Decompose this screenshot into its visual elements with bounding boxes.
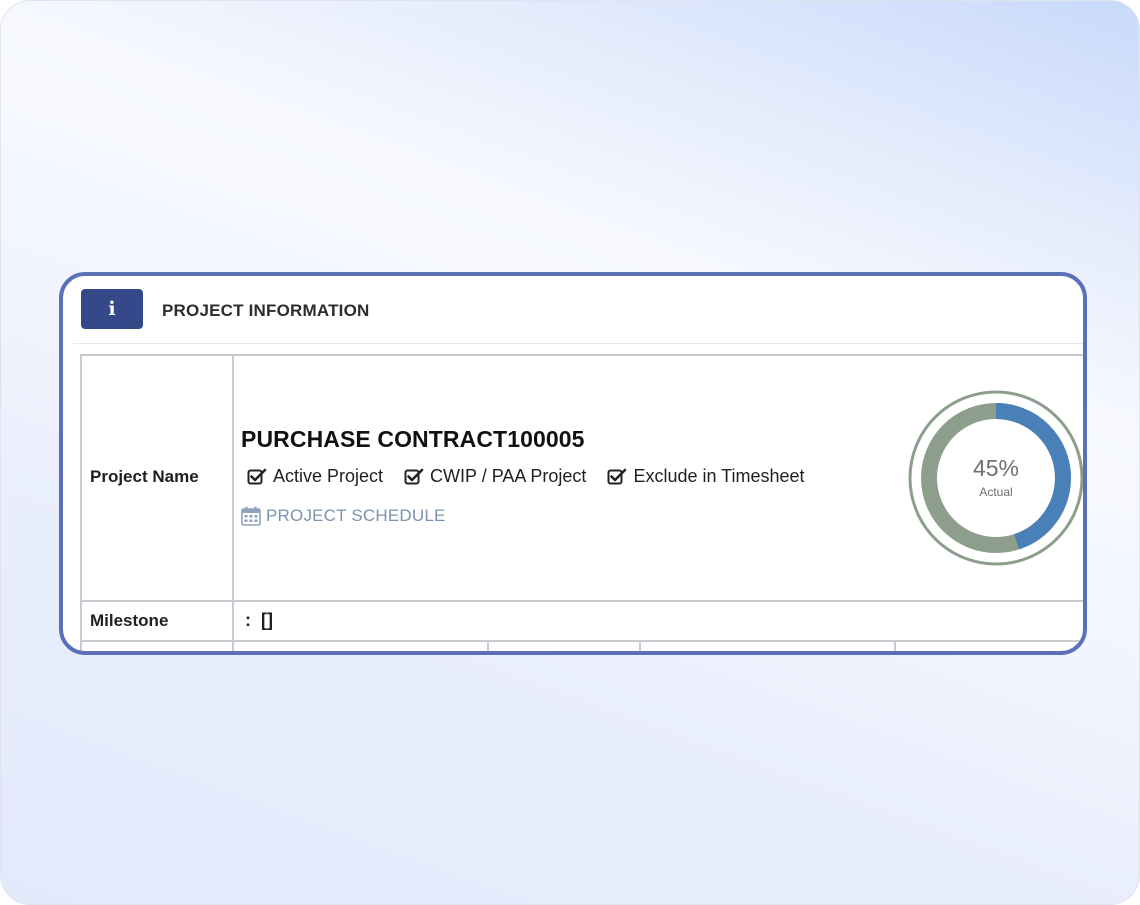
project-flags: Active Project CWIP / PAA Project Exclud… <box>247 466 826 487</box>
flag-exclude-in-timesheet[interactable]: Exclude in Timesheet <box>607 466 805 487</box>
flag-cwip-paa-project[interactable]: CWIP / PAA Project <box>404 466 586 487</box>
flag-label: CWIP / PAA Project <box>430 466 587 486</box>
project-information-card: i PROJECT INFORMATION Project Name PURCH… <box>59 272 1087 655</box>
flag-label: Exclude in Timesheet <box>633 466 805 486</box>
project-name-value: PURCHASE CONTRACT100005 <box>241 426 585 452</box>
background-panel: i PROJECT INFORMATION Project Name PURCH… <box>0 0 1140 905</box>
flag-active-project[interactable]: Active Project <box>247 466 383 487</box>
calendar-icon <box>241 506 261 526</box>
progress-donut: 45% Actual <box>907 389 1083 567</box>
project-info-table: Project Name PURCHASE CONTRACT100005 Act… <box>80 354 1083 651</box>
project-schedule-link[interactable]: PROJECT SCHEDULE <box>241 506 446 526</box>
column-divider <box>487 640 489 651</box>
checkbox-checked-icon[interactable] <box>247 468 267 486</box>
progress-caption: Actual <box>979 485 1013 499</box>
project-name-label: Project Name <box>90 467 199 486</box>
column-divider <box>894 640 896 651</box>
milestone-value: : [] <box>245 610 273 630</box>
column-divider <box>639 640 641 651</box>
checkbox-checked-icon[interactable] <box>404 468 424 486</box>
progress-percent: 45% <box>972 455 1020 481</box>
project-schedule-label: PROJECT SCHEDULE <box>266 506 446 525</box>
checkbox-checked-icon[interactable] <box>607 468 627 486</box>
header-divider <box>73 343 1083 344</box>
milestone-label: Milestone <box>90 611 169 630</box>
flag-label: Active Project <box>273 466 384 486</box>
column-divider <box>232 356 234 651</box>
section-title: PROJECT INFORMATION <box>162 301 370 320</box>
row-divider <box>82 640 1083 642</box>
info-icon: i <box>81 289 143 329</box>
row-divider <box>82 600 1083 602</box>
